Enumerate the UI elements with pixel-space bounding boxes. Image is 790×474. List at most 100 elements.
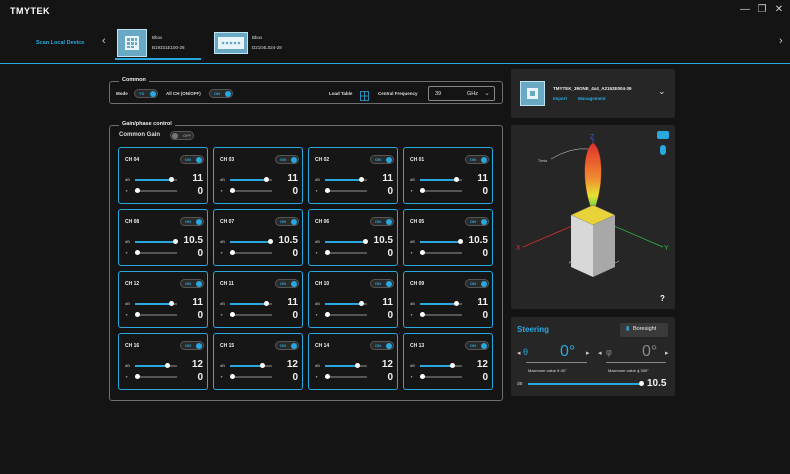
channel-toggle[interactable]: ON [370, 279, 394, 288]
slider-knob[interactable] [325, 250, 330, 255]
chevron-left-icon[interactable]: ‹ [102, 35, 106, 47]
slider-knob[interactable] [449, 363, 455, 368]
minimize-button[interactable]: — [738, 4, 752, 15]
channel-toggle[interactable]: ON [275, 341, 299, 350]
slider-knob[interactable] [457, 239, 463, 244]
channel-toggle[interactable]: ON [275, 217, 299, 226]
channel-toggle[interactable]: ON [180, 279, 204, 288]
gain-slider[interactable] [135, 177, 177, 182]
phase-slider[interactable] [230, 374, 272, 379]
phi-value[interactable]: 0° [642, 343, 657, 361]
chevron-right-icon[interactable]: › [779, 35, 783, 47]
gain-slider[interactable] [230, 177, 272, 182]
phase-slider[interactable] [135, 188, 177, 193]
slider-knob[interactable] [263, 177, 269, 182]
channel-toggle[interactable]: ON [275, 279, 299, 288]
close-button[interactable]: ✕ [772, 4, 786, 15]
slider-knob[interactable] [325, 374, 330, 379]
phase-slider[interactable] [230, 312, 272, 317]
slider-knob[interactable] [168, 177, 174, 182]
view-controls[interactable] [657, 131, 669, 155]
slider-knob[interactable] [230, 374, 235, 379]
import-link[interactable]: Import [553, 96, 567, 101]
gain-slider[interactable] [420, 177, 462, 182]
gain-slider[interactable] [135, 363, 177, 368]
slider-knob[interactable] [453, 177, 459, 182]
beam-3d-canvas[interactable]: Z X Y Theta Phi [511, 125, 675, 309]
slider-knob[interactable] [358, 177, 364, 182]
slider-knob[interactable] [354, 363, 360, 368]
help-icon[interactable]: ? [660, 294, 665, 303]
gain-slider[interactable] [420, 363, 462, 368]
theta-decrement-icon[interactable]: ◂ [517, 349, 521, 357]
slider-knob[interactable] [230, 312, 235, 317]
slider-knob[interactable] [453, 301, 459, 306]
phi-increment-icon[interactable]: ▸ [665, 349, 669, 357]
gain-slider[interactable] [135, 301, 177, 306]
gain-slider[interactable] [230, 363, 272, 368]
slider-knob[interactable] [172, 239, 178, 244]
channel-toggle[interactable]: ON [180, 155, 204, 164]
phase-slider[interactable] [420, 312, 462, 317]
channel-toggle[interactable]: ON [180, 341, 204, 350]
phase-slider[interactable] [325, 312, 367, 317]
management-link[interactable]: Management [578, 96, 606, 101]
slider-knob[interactable] [325, 312, 330, 317]
theta-increment-icon[interactable]: ▸ [586, 349, 590, 357]
slider-knob[interactable] [135, 374, 140, 379]
steering-gain-slider[interactable] [528, 381, 644, 386]
slider-knob[interactable] [267, 239, 273, 244]
channel-toggle[interactable]: ON [465, 341, 489, 350]
channel-toggle[interactable]: ON [370, 341, 394, 350]
scan-local-device-link[interactable]: Scan Local Device [36, 40, 84, 46]
phase-slider[interactable] [325, 374, 367, 379]
gain-slider[interactable] [135, 239, 178, 244]
phase-slider[interactable] [230, 188, 272, 193]
slider-knob[interactable] [168, 301, 174, 306]
boresight-button[interactable]: ▮ Boresight [620, 323, 668, 337]
slider-knob[interactable] [420, 250, 425, 255]
phase-slider[interactable] [420, 250, 462, 255]
slider-knob[interactable] [358, 301, 364, 306]
maximize-button[interactable]: ❐ [755, 4, 769, 15]
phase-slider[interactable] [135, 312, 177, 317]
slider-knob[interactable] [259, 363, 265, 368]
slider-knob[interactable] [230, 250, 235, 255]
gain-slider[interactable] [230, 301, 272, 306]
all-ch-toggle[interactable]: ON [209, 89, 233, 98]
gain-slider[interactable] [325, 301, 367, 306]
load-table-icon[interactable] [360, 88, 369, 101]
channel-toggle[interactable]: ON [370, 155, 394, 164]
theta-value[interactable]: 0° [560, 343, 575, 361]
phase-slider[interactable] [230, 250, 272, 255]
phase-slider[interactable] [325, 250, 367, 255]
central-frequency-select[interactable]: 39 GHz ⌄ [428, 86, 495, 101]
phase-slider[interactable] [325, 188, 367, 193]
slider-knob[interactable] [420, 374, 425, 379]
slider-knob[interactable] [263, 301, 269, 306]
channel-toggle[interactable]: ON [465, 217, 489, 226]
channel-toggle[interactable]: ON [370, 217, 394, 226]
slider-knob[interactable] [164, 363, 170, 368]
phase-slider[interactable] [420, 188, 462, 193]
slider-knob[interactable] [135, 188, 140, 193]
gain-slider[interactable] [420, 301, 462, 306]
channel-toggle[interactable]: ON [465, 155, 489, 164]
slider-knob[interactable] [325, 188, 330, 193]
phase-slider[interactable] [135, 374, 177, 379]
slider-knob[interactable] [230, 188, 235, 193]
device-tab-2[interactable]: Bbox D2104L024-28 [212, 26, 298, 60]
channel-toggle[interactable]: ON [465, 279, 489, 288]
slider-knob[interactable] [420, 188, 425, 193]
gain-slider[interactable] [325, 177, 367, 182]
channel-toggle[interactable]: ON [275, 155, 299, 164]
gain-slider[interactable] [230, 239, 273, 244]
slider-knob[interactable] [420, 312, 425, 317]
slider-knob[interactable] [638, 381, 644, 386]
phi-decrement-icon[interactable]: ◂ [598, 349, 602, 357]
chevron-down-icon[interactable]: ⌄ [658, 86, 666, 97]
slider-knob[interactable] [135, 312, 140, 317]
gain-slider[interactable] [325, 363, 367, 368]
slider-knob[interactable] [135, 250, 140, 255]
channel-toggle[interactable]: ON [180, 217, 204, 226]
